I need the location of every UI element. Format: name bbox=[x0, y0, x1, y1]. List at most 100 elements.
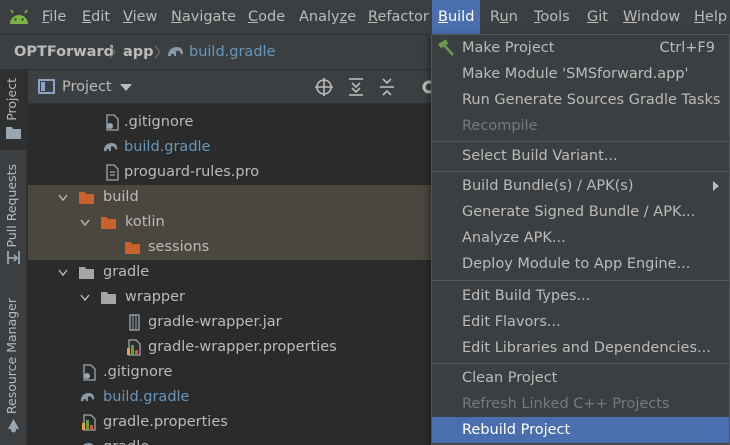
menu-analyze-apk-label: Analyze APK... bbox=[462, 230, 566, 246]
menu-recompile-label: Recompile bbox=[462, 118, 538, 134]
project-panel-title[interactable]: Project bbox=[62, 70, 112, 104]
menu-file[interactable]: File bbox=[42, 0, 66, 34]
menu-help[interactable]: Help bbox=[694, 0, 727, 34]
tree-row-label: .gitignore bbox=[103, 364, 173, 380]
tree-row[interactable]: wrapper bbox=[28, 285, 438, 310]
menu-view[interactable]: View bbox=[123, 0, 157, 34]
properties-icon bbox=[82, 414, 96, 431]
tree-row[interactable]: gradle... bbox=[28, 435, 438, 445]
android-logo-icon bbox=[10, 9, 28, 24]
menu-analyze[interactable]: Analyze bbox=[299, 0, 356, 34]
menu-recompile: Recompile bbox=[432, 113, 729, 139]
menu-edit[interactable]: Edit bbox=[82, 0, 110, 34]
tree-row[interactable]: build bbox=[28, 185, 438, 210]
gradle-elephant-icon bbox=[103, 143, 118, 152]
menu-deploy-module-label: Deploy Module to App Engine... bbox=[462, 256, 691, 272]
tree-row-label: build.gradle bbox=[103, 389, 190, 405]
tool-pull-requests[interactable]: Pull Requests bbox=[0, 160, 27, 270]
menu-build-bundle-apk-label: Build Bundle(s) / APK(s) bbox=[462, 178, 634, 194]
resource-manager-icon bbox=[8, 419, 19, 433]
project-panel-header: Project bbox=[28, 70, 438, 104]
tree-row[interactable]: sessions bbox=[28, 235, 438, 260]
menu-make-module-label: Make Module 'SMSforward.app' bbox=[462, 66, 689, 82]
orange-folder-icon bbox=[79, 192, 94, 204]
text-file-icon bbox=[106, 164, 119, 181]
tree-row-label: build.gradle bbox=[124, 139, 211, 155]
tree-row[interactable]: gradle bbox=[28, 260, 438, 285]
menu-refresh-cpp-label: Refresh Linked C++ Projects bbox=[462, 396, 670, 412]
menu-separator bbox=[432, 280, 729, 281]
tree-row[interactable]: .gitignore bbox=[28, 110, 438, 135]
menu-rebuild-project[interactable]: Rebuild Project bbox=[432, 417, 729, 443]
menu-generate-signed[interactable]: Generate Signed Bundle / APK... bbox=[432, 199, 729, 225]
tree-row-label: gradle-wrapper.jar bbox=[148, 314, 282, 330]
tool-pull-requests-label: Pull Requests bbox=[4, 164, 19, 248]
expand-all-icon[interactable] bbox=[345, 76, 367, 98]
collapse-all-icon[interactable] bbox=[376, 76, 398, 98]
tree-row-label: gradle-wrapper.properties bbox=[148, 339, 337, 355]
chevron-down-icon[interactable] bbox=[80, 219, 90, 227]
menu-tools[interactable]: Tools bbox=[534, 0, 570, 34]
properties-icon bbox=[127, 339, 141, 356]
menu-refactor[interactable]: Refactor bbox=[368, 0, 429, 34]
tree-row[interactable]: .gitignore bbox=[28, 360, 438, 385]
tool-resource-manager[interactable]: Resource Manager bbox=[0, 296, 27, 441]
gradle-elephant-icon bbox=[168, 47, 183, 56]
tree-row-label: .gitignore bbox=[124, 114, 194, 130]
tool-project[interactable]: Project bbox=[0, 70, 27, 150]
menu-edit-flavors[interactable]: Edit Flavors... bbox=[432, 309, 729, 335]
menu-refresh-cpp: Refresh Linked C++ Projects bbox=[432, 391, 729, 417]
breadcrumb-file[interactable]: build.gradle bbox=[189, 35, 275, 69]
breadcrumb-module[interactable]: app bbox=[123, 35, 154, 69]
pull-request-icon bbox=[7, 251, 20, 264]
tree-row[interactable]: gradle-wrapper.properties bbox=[28, 335, 438, 360]
menu-separator bbox=[432, 141, 729, 142]
menu-run-generate-sources-label: Run Generate Sources Gradle Tasks bbox=[462, 92, 721, 108]
menu-analyze-apk[interactable]: Analyze APK... bbox=[432, 225, 729, 251]
tree-row-label: gradle... bbox=[103, 435, 163, 445]
menu-edit-flavors-label: Edit Flavors... bbox=[462, 314, 561, 330]
tree-row[interactable]: build.gradle bbox=[28, 385, 438, 410]
tree-row[interactable]: gradle-wrapper.jar bbox=[28, 310, 438, 335]
tree-row[interactable]: build.gradle bbox=[28, 135, 438, 160]
menu-edit-libraries-label: Edit Libraries and Dependencies... bbox=[462, 340, 711, 356]
menu-separator bbox=[432, 171, 729, 172]
menu-deploy-module[interactable]: Deploy Module to App Engine... bbox=[432, 251, 729, 277]
hammer-icon bbox=[438, 39, 454, 56]
chevron-down-icon[interactable] bbox=[58, 269, 68, 277]
tool-window-strip: Project Pull Requests Resource Manager bbox=[0, 70, 27, 445]
menu-build-bundle-apk[interactable]: Build Bundle(s) / APK(s) bbox=[432, 173, 729, 199]
folder-icon bbox=[101, 292, 116, 304]
menu-clean-project[interactable]: Clean Project bbox=[432, 365, 729, 391]
tree-row[interactable]: proguard-rules.pro bbox=[28, 160, 438, 185]
chevron-down-icon[interactable] bbox=[58, 194, 68, 202]
tree-row[interactable]: gradle.properties bbox=[28, 410, 438, 435]
menu-generate-signed-label: Generate Signed Bundle / APK... bbox=[462, 204, 696, 220]
menu-edit-build-types[interactable]: Edit Build Types... bbox=[432, 283, 729, 309]
menu-code[interactable]: Code bbox=[248, 0, 285, 34]
menu-edit-libraries[interactable]: Edit Libraries and Dependencies... bbox=[432, 335, 729, 361]
tool-project-label: Project bbox=[4, 78, 19, 121]
chevron-down-icon[interactable] bbox=[120, 84, 132, 91]
menu-run-generate-sources[interactable]: Run Generate Sources Gradle Tasks bbox=[432, 87, 729, 113]
breadcrumb-project[interactable]: OPTForward bbox=[14, 35, 114, 69]
menu-rebuild-project-label: Rebuild Project bbox=[462, 422, 571, 438]
tree-row[interactable]: kotlin bbox=[28, 210, 438, 235]
menu-git[interactable]: Git bbox=[587, 0, 608, 34]
menu-build[interactable]: Build bbox=[432, 0, 481, 34]
menu-select-build-variant[interactable]: Select Build Variant... bbox=[432, 143, 729, 169]
menu-make-module[interactable]: Make Module 'SMSforward.app' bbox=[432, 61, 729, 87]
menu-navigate[interactable]: Navigate bbox=[171, 0, 236, 34]
chevron-down-icon[interactable] bbox=[80, 294, 90, 302]
menu-window[interactable]: Window bbox=[623, 0, 680, 34]
tree-row-label: wrapper bbox=[125, 289, 185, 305]
tree-row-label: gradle.properties bbox=[103, 414, 228, 430]
locate-crosshair-icon[interactable] bbox=[313, 76, 335, 98]
menu-run[interactable]: Run bbox=[490, 0, 518, 34]
menu-make-project[interactable]: Make Project Ctrl+F9 bbox=[432, 35, 729, 61]
build-menu-dropdown: Make Project Ctrl+F9 Make Module 'SMSfor… bbox=[431, 34, 730, 445]
tree-row-label: proguard-rules.pro bbox=[124, 164, 260, 180]
tree-row-label: sessions bbox=[148, 239, 210, 255]
menu-bar: File Edit View Navigate Code Analyze Ref… bbox=[0, 0, 730, 34]
project-tree: .gitignore build.gradle proguard-rules.p… bbox=[28, 104, 438, 445]
